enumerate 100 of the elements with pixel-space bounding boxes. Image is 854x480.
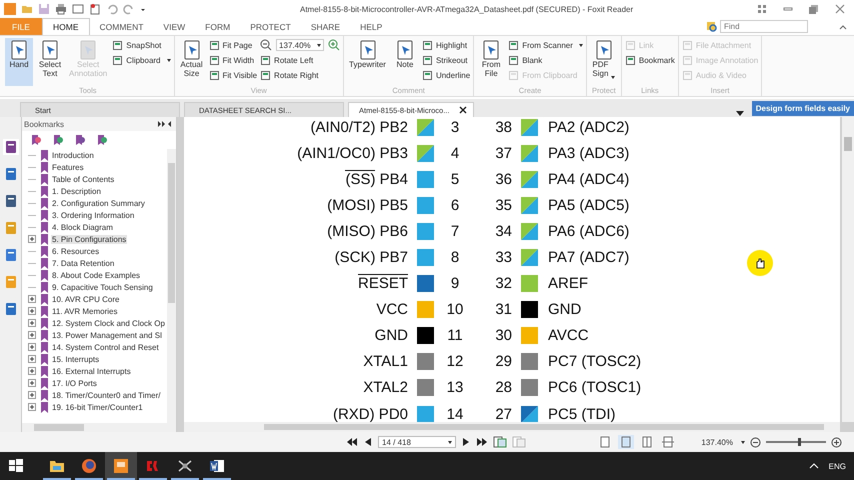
pin-number: 6 [450,196,460,214]
panel-icon[interactable] [2,139,18,155]
ribbon-button[interactable]: From Scanner [508,39,583,51]
bookmark-item[interactable]: Introduction [51,150,95,160]
ribbon-button[interactable]: Strikeout [422,54,470,66]
ribbon-button[interactable]: Bookmark [624,54,675,66]
bookmark-tool-icon[interactable] [96,134,108,146]
ribbon-tab[interactable]: PROTECT [240,18,301,35]
bookmark-item[interactable]: 9. Capacitive Touch Sensing [51,282,154,292]
ribbon-tab[interactable]: HELP [350,18,392,35]
ribbon-button[interactable]: Highlight [422,39,470,51]
expand-icon[interactable] [28,391,36,399]
previous-page-icon[interactable] [363,436,373,448]
ribbon-button[interactable]: Rotate Right [260,69,340,81]
ribbon-button[interactable]: SnapShot [112,39,171,51]
ribbon-button[interactable]: Fit Width [208,54,258,66]
expand-icon[interactable] [28,343,36,351]
print-icon[interactable] [55,3,67,15]
scrollbar[interactable] [842,117,854,422]
bookmark-item[interactable]: Features [51,162,85,172]
language-indicator[interactable]: ENG [828,462,846,470]
search-icon[interactable] [706,20,718,32]
bookmark-item[interactable]: 8. About Code Examples [51,270,142,280]
first-page-icon[interactable] [346,436,358,448]
ribbon-tab[interactable]: VIEW [153,18,196,35]
bookmark-item[interactable]: 19. 16-bit Timer/Counter1 [51,402,144,412]
scrollbar[interactable] [184,422,840,432]
bookmark-item[interactable]: 6. Resources [51,246,100,256]
expand-icon[interactable] [28,367,36,375]
panel-controls-icon[interactable] [158,120,172,128]
bookmark-item[interactable]: 2. Configuration Summary [51,198,146,208]
ribbon-button[interactable]: Actual Size [178,38,206,86]
bookmark-item[interactable]: 7. Data Retention [51,258,116,268]
expand-icon[interactable] [28,355,36,363]
bookmark-item[interactable]: 11. AVR Memories [51,306,119,316]
restore-icon[interactable] [808,3,820,15]
ribbon-button[interactable]: Note [390,38,419,86]
bookmark-tool-icon[interactable] [52,134,64,146]
expand-icon[interactable] [28,403,36,411]
ribbon-button[interactable]: Typewriter [347,38,388,86]
expand-icon[interactable] [28,331,36,339]
close-icon[interactable] [459,106,468,114]
ribbon-tab[interactable]: COMMENT [90,18,154,35]
expand-icon[interactable] [28,319,36,327]
view-mode-icon[interactable] [660,435,676,449]
bookmark-tool-icon[interactable] [30,134,42,146]
window-icon[interactable] [72,3,84,15]
ribbon-tab[interactable]: HOME [42,18,90,35]
ad-banner[interactable]: Design form fields easily [752,100,854,116]
pages-icon[interactable] [493,436,507,448]
bookmark-item[interactable]: 3. Ordering Information [51,210,136,220]
pin-label: AVCC [547,327,589,344]
bookmark-item[interactable]: 16. External Interrupts [51,366,132,376]
ribbon-tab[interactable]: FORM [195,18,240,35]
ribbon-button[interactable]: Hand [5,38,33,86]
expand-icon[interactable] [28,379,36,387]
expand-icon[interactable] [28,235,36,243]
bookmark-item[interactable]: 1. Description [51,186,102,196]
bookmark-item[interactable]: Table of Contents [51,174,116,184]
bookmark-item[interactable]: 4. Block Diagram [51,222,114,232]
pin-label: (RXD) PD0 [332,404,408,422]
ribbon-button[interactable]: Rotate Left [260,54,340,66]
zoom-out-icon[interactable] [260,39,272,51]
bookmark-item[interactable]: 14. System Control and Reset [51,342,160,352]
zoom-out-icon[interactable] [750,436,761,448]
view-mode-icon[interactable] [618,435,634,449]
ribbon-button[interactable]: PDF Sign [590,38,618,86]
page-field[interactable]: 14 / 418 [378,436,456,448]
ribbon-button[interactable]: Fit Visible [208,69,258,81]
zoom-slider[interactable] [766,436,826,448]
bookmark-item[interactable]: 13. Power Management and Sl [51,330,163,340]
bookmark-item[interactable]: 15. Interrupts [51,354,100,364]
ribbon-button[interactable]: From File [477,38,506,86]
bookmark-item[interactable]: 17. I/O Ports [51,378,98,388]
bookmark-tool-icon[interactable] [74,134,86,146]
bookmark-item[interactable]: 12. System Clock and Clock Op [51,318,166,328]
zoom-level[interactable]: 137.40% [701,438,733,446]
ribbon-button[interactable]: Clipboard [112,54,171,66]
chevron-up-icon[interactable] [808,462,819,470]
expand-icon[interactable] [28,295,36,303]
scrollbar[interactable] [22,423,176,432]
ribbon-tab[interactable]: SHARE [300,18,350,35]
next-page-icon[interactable] [461,436,471,448]
bookmark-item[interactable]: 5. Pin Configurations [51,234,128,244]
ribbon-button[interactable]: Fit Page [208,39,258,51]
start-icon[interactable] [9,459,23,473]
bookmark-item[interactable]: 18. Timer/Counter0 and Timer/ [51,390,162,400]
bookmark-item[interactable]: 10. AVR CPU Core [51,294,120,304]
ribbon-button[interactable]: Blank [508,54,583,66]
expand-icon[interactable] [28,307,36,315]
ribbon-button[interactable]: Underline [422,69,470,81]
taskbar-app[interactable] [105,452,137,480]
ribbon-button[interactable]: Select Text [36,38,64,86]
scrollbar[interactable] [167,149,176,423]
last-page-icon[interactable] [476,436,488,448]
zoom-dropdown[interactable]: 137.40% [276,39,324,51]
document-icon[interactable] [89,3,101,15]
grid-icon[interactable] [756,3,768,15]
zoom-in-icon[interactable] [831,436,842,448]
find-field[interactable]: Find [720,20,808,33]
